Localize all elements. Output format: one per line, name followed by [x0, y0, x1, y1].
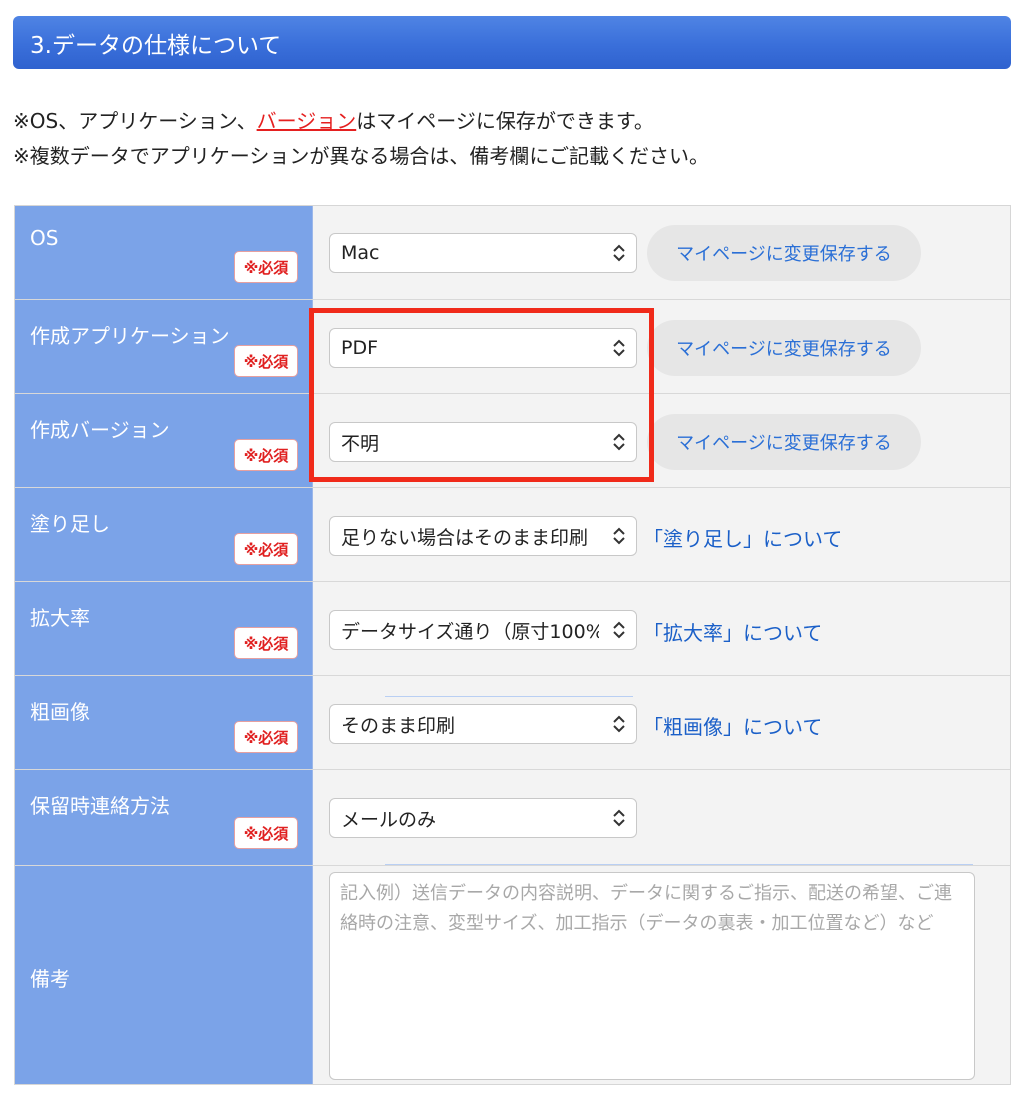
row-remarks: 備考 記入例）送信データの内容説明、データに関するご指示、配送の希望、ご連絡時の… — [15, 866, 1010, 1084]
label-cell-low-res-image: 粗画像 ※必須 — [15, 676, 313, 769]
row-version: 作成バージョン ※必須 不明 マイページに変更保存する — [15, 394, 1010, 488]
value-cell-bleed: 足りない場合はそのまま印刷（ 「塗り足し」について — [313, 488, 1010, 581]
row-label: 備考 — [30, 967, 70, 991]
row-contact-method: 保留時連絡方法 ※必須 メールのみ — [15, 770, 1010, 866]
save-os-button[interactable]: マイページに変更保存する — [647, 225, 921, 281]
row-scale: 拡大率 ※必須 データサイズ通り（原寸100%） 「拡大率」について — [15, 582, 1010, 676]
note-line-1-prefix: ※OS、アプリケーション、 — [13, 109, 257, 133]
select-value: 不明 — [341, 432, 380, 455]
save-application-button[interactable]: マイページに変更保存する — [647, 320, 921, 376]
chevron-updown-icon — [613, 621, 625, 639]
note-line-1: ※OS、アプリケーション、バージョンはマイページに保存ができます。 — [13, 104, 709, 139]
row-label: 拡大率 — [30, 606, 90, 630]
required-badge: ※必須 — [234, 533, 298, 565]
application-select[interactable]: PDF — [329, 328, 637, 368]
note-line-2: ※複数データでアプリケーションが異なる場合は、備考欄にご記載ください。 — [13, 144, 709, 168]
label-cell-bleed: 塗り足し ※必須 — [15, 488, 313, 581]
section-header: 3.データの仕様について — [13, 16, 1011, 69]
section-title: 3.データの仕様について — [30, 32, 282, 59]
row-label: OS — [30, 226, 59, 250]
select-value: 足りない場合はそのまま印刷（ — [341, 526, 599, 549]
contact-method-select[interactable]: メールのみ — [329, 798, 637, 838]
chevron-updown-icon — [613, 809, 625, 827]
notes: ※OS、アプリケーション、バージョンはマイページに保存ができます。 ※複数データ… — [13, 104, 709, 174]
row-label: 塗り足し — [30, 512, 110, 536]
label-cell-version: 作成バージョン ※必須 — [15, 394, 313, 487]
row-label: 保留時連絡方法 — [30, 794, 170, 818]
chevron-updown-icon — [613, 244, 625, 262]
value-cell-os: Mac マイページに変更保存する — [313, 206, 1010, 299]
os-select[interactable]: Mac — [329, 233, 637, 273]
label-cell-application: 作成アプリケーション ※必須 — [15, 300, 313, 393]
required-badge: ※必須 — [234, 251, 298, 283]
row-low-res-image: 粗画像 ※必須 そのまま印刷 「粗画像」について — [15, 676, 1010, 770]
save-version-button[interactable]: マイページに変更保存する — [647, 414, 921, 470]
row-os: OS ※必須 Mac マイページに変更保存する — [15, 206, 1010, 300]
about-bleed-link[interactable]: 「塗り足し」について — [643, 523, 842, 552]
bleed-select[interactable]: 足りない場合はそのまま印刷（ — [329, 516, 637, 556]
row-label: 作成バージョン — [30, 418, 170, 442]
chevron-updown-icon — [613, 433, 625, 451]
select-value: そのまま印刷 — [341, 714, 456, 737]
select-value: メールのみ — [341, 808, 437, 831]
select-value: PDF — [341, 337, 379, 359]
low-res-image-select[interactable]: そのまま印刷 — [329, 704, 637, 744]
label-cell-scale: 拡大率 ※必須 — [15, 582, 313, 675]
divider — [385, 696, 633, 697]
row-bleed: 塗り足し ※必須 足りない場合はそのまま印刷（ 「塗り足し」について — [15, 488, 1010, 582]
select-value: Mac — [341, 242, 380, 264]
divider — [385, 864, 973, 865]
about-scale-link[interactable]: 「拡大率」について — [643, 617, 822, 646]
data-spec-form: OS ※必須 Mac マイページに変更保存する 作成アプリケーション ※必須 P… — [14, 205, 1011, 1085]
label-cell-os: OS ※必須 — [15, 206, 313, 299]
select-value: データサイズ通り（原寸100%） — [341, 620, 599, 643]
chevron-updown-icon — [613, 715, 625, 733]
version-link[interactable]: バージョン — [257, 109, 357, 133]
value-cell-scale: データサイズ通り（原寸100%） 「拡大率」について — [313, 582, 1010, 675]
value-cell-application: PDF マイページに変更保存する — [313, 300, 1010, 393]
row-label: 作成アプリケーション — [30, 324, 230, 348]
row-application: 作成アプリケーション ※必須 PDF マイページに変更保存する — [15, 300, 1010, 394]
remarks-textarea[interactable]: 記入例）送信データの内容説明、データに関するご指示、配送の希望、ご連絡時の注意、… — [329, 872, 975, 1080]
required-badge: ※必須 — [234, 345, 298, 377]
required-badge: ※必須 — [234, 627, 298, 659]
scale-select[interactable]: データサイズ通り（原寸100%） — [329, 610, 637, 650]
required-badge: ※必須 — [234, 721, 298, 753]
version-select[interactable]: 不明 — [329, 422, 637, 462]
label-cell-contact-method: 保留時連絡方法 ※必須 — [15, 770, 313, 865]
required-badge: ※必須 — [234, 817, 298, 849]
row-label: 粗画像 — [30, 700, 90, 724]
value-cell-version: 不明 マイページに変更保存する — [313, 394, 1010, 487]
label-cell-remarks: 備考 — [15, 866, 313, 1084]
chevron-updown-icon — [613, 339, 625, 357]
about-low-res-image-link[interactable]: 「粗画像」について — [643, 711, 822, 740]
value-cell-contact-method: メールのみ — [313, 770, 1010, 865]
note-line-1-suffix: はマイページに保存ができます。 — [356, 109, 654, 133]
required-badge: ※必須 — [234, 439, 298, 471]
value-cell-remarks: 記入例）送信データの内容説明、データに関するご指示、配送の希望、ご連絡時の注意、… — [313, 866, 1010, 1084]
chevron-updown-icon — [613, 527, 625, 545]
value-cell-low-res-image: そのまま印刷 「粗画像」について — [313, 676, 1010, 769]
